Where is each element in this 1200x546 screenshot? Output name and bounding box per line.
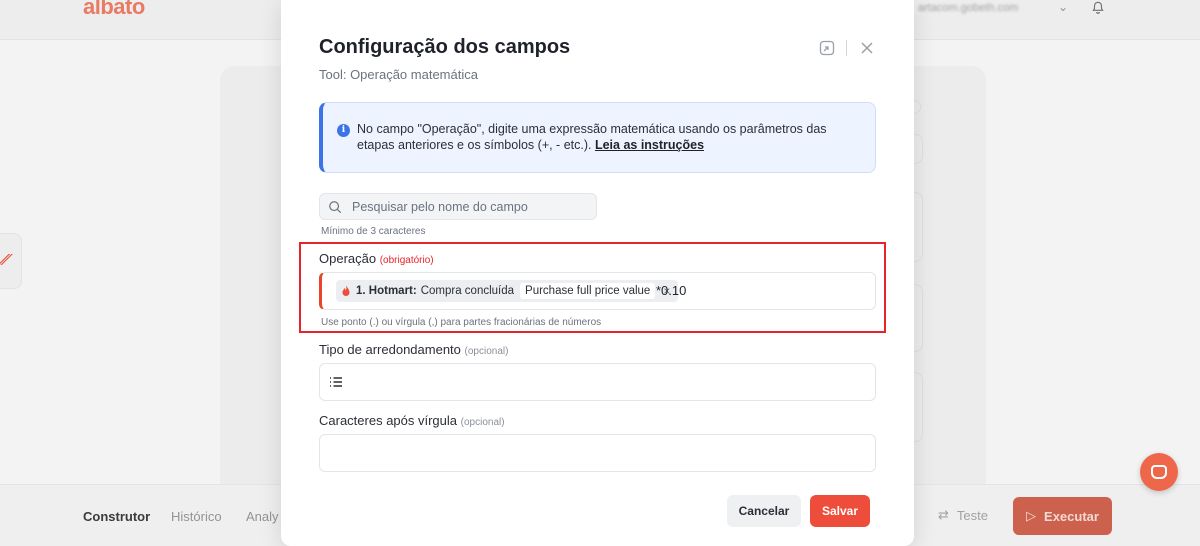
picture-in-picture-icon[interactable] xyxy=(819,40,835,56)
info-text: No campo "Operação", digite uma expressã… xyxy=(357,122,827,152)
field-config-modal: Configuração dos campos Tool: Operação m… xyxy=(281,0,914,546)
operacao-label-text: Operação xyxy=(319,251,377,266)
chip-event: Compra concluída xyxy=(420,285,515,297)
tipo-label: Tipo de arredondamento (opcional) xyxy=(319,342,508,357)
tipo-label-text: Tipo de arredondamento xyxy=(319,342,461,357)
decimal-places-input[interactable] xyxy=(320,435,875,471)
cancel-button[interactable]: Cancelar xyxy=(727,495,801,527)
operacao-expression[interactable]: *0.10 xyxy=(656,283,686,298)
optional-tag: (opcional) xyxy=(460,417,505,428)
hotmart-flame-icon xyxy=(342,285,350,296)
search-hint: Mínimo de 3 caracteres xyxy=(321,226,426,237)
rounding-type-select[interactable] xyxy=(319,363,876,401)
list-icon xyxy=(330,377,342,387)
optional-tag: (opcional) xyxy=(464,346,509,357)
operacao-field[interactable]: 1. Hotmart: Compra concluída Purchase fu… xyxy=(319,272,876,310)
operacao-hint: Use ponto (.) ou vírgula (,) para partes… xyxy=(321,317,602,328)
modal-subtitle: Tool: Operação matemática xyxy=(319,67,478,82)
field-search[interactable] xyxy=(319,193,597,220)
caracteres-label-text: Caracteres após vírgula xyxy=(319,413,458,428)
info-banner: i No campo "Operação", digite uma expres… xyxy=(319,102,876,173)
search-input[interactable] xyxy=(352,194,592,219)
required-tag: (obrigatório) xyxy=(379,255,434,266)
instructions-link[interactable]: Leia as instruções xyxy=(595,138,704,152)
chip-field-name: Purchase full price value xyxy=(520,283,656,299)
parameter-chip[interactable]: 1. Hotmart: Compra concluída Purchase fu… xyxy=(336,280,679,302)
close-icon[interactable] xyxy=(859,40,875,56)
info-icon: i xyxy=(337,124,350,137)
modal-title: Configuração dos campos xyxy=(319,36,571,58)
save-button[interactable]: Salvar xyxy=(810,495,870,527)
operacao-label: Operação (obrigatório) xyxy=(319,251,434,266)
header-divider xyxy=(846,40,847,56)
search-icon xyxy=(329,201,342,214)
decimal-places-field[interactable] xyxy=(319,434,876,472)
chip-app-name: 1. Hotmart: xyxy=(356,285,417,297)
caracteres-label: Caracteres após vírgula (opcional) xyxy=(319,413,505,428)
